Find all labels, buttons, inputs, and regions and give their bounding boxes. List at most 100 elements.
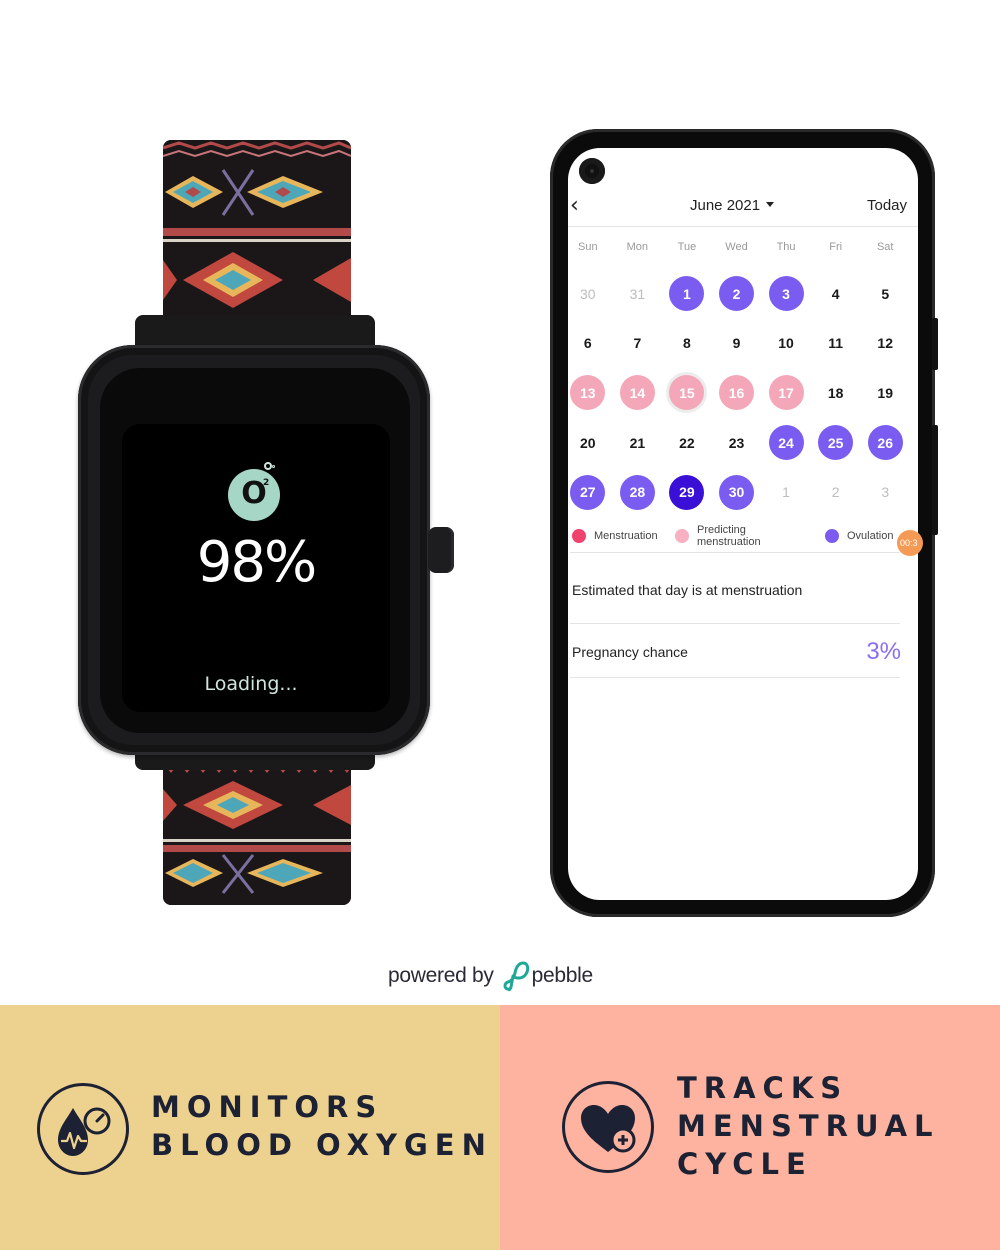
- calendar-day[interactable]: 12: [860, 319, 910, 369]
- divider: [570, 677, 900, 678]
- calendar-day[interactable]: 5: [860, 269, 910, 319]
- day-number: 14: [629, 384, 646, 401]
- estimate-text: Estimated that day is at menstruation: [572, 582, 803, 598]
- watch-strap-top: [163, 140, 351, 340]
- feature-line: CYCLE: [677, 1147, 813, 1181]
- powered-by-pebble: powered by pebble: [388, 959, 593, 993]
- menstruation-dot-icon: [572, 529, 586, 543]
- watch-strap-bottom: [163, 755, 351, 905]
- phone-power-button[interactable]: [932, 318, 938, 370]
- calendar-day[interactable]: 4: [811, 269, 861, 319]
- calendar-day[interactable]: 3: [761, 269, 811, 319]
- day-number: 20: [579, 434, 596, 451]
- day-number: 15: [679, 384, 695, 401]
- calendar-day[interactable]: 9: [712, 319, 762, 369]
- calendar-day[interactable]: 3: [860, 467, 910, 517]
- calendar-day[interactable]: 25: [811, 418, 861, 468]
- o2-subscript: 2: [263, 478, 270, 488]
- feature-line: MENSTRUAL: [677, 1109, 940, 1143]
- day-number: 7: [633, 335, 642, 352]
- blood-oxygen-drop-gauge-icon: [37, 1083, 129, 1175]
- day-number: 9: [732, 335, 741, 352]
- feature-line: TRACKS: [677, 1071, 849, 1105]
- calendar-day[interactable]: 13: [563, 368, 613, 418]
- calendar-day[interactable]: 31: [613, 269, 663, 319]
- day-number: 1: [683, 285, 691, 302]
- aztec-pattern: [163, 755, 351, 905]
- calendar-day[interactable]: 26: [860, 418, 910, 468]
- calendar-day[interactable]: 23: [712, 418, 762, 468]
- calendar-day[interactable]: 11: [811, 319, 861, 369]
- day-number: 24: [778, 434, 794, 451]
- spo2-value: 98%: [196, 530, 317, 595]
- pregnancy-chance-value: 3%: [866, 638, 901, 665]
- divider: [568, 226, 918, 227]
- calendar-day[interactable]: 7: [613, 319, 663, 369]
- heart-plus-icon: [562, 1081, 654, 1173]
- calendar-day[interactable]: 2: [811, 467, 861, 517]
- calendar-day[interactable]: 15: [662, 368, 712, 418]
- calendar-day[interactable]: 22: [662, 418, 712, 468]
- watch-status-text: Loading...: [204, 673, 298, 695]
- day-number: 17: [778, 384, 794, 401]
- timer-badge[interactable]: 00:3: [897, 530, 923, 556]
- month-selector[interactable]: June 2021: [690, 197, 775, 214]
- calendar-day[interactable]: 29: [662, 467, 712, 517]
- predicting-dot-icon: [675, 529, 689, 543]
- legend-label: Predicting menstruation: [697, 524, 761, 548]
- calendar-day[interactable]: 6: [563, 319, 613, 369]
- calendar-day[interactable]: 10: [761, 319, 811, 369]
- day-number: 6: [583, 335, 592, 352]
- calendar-day[interactable]: 24: [761, 418, 811, 468]
- o2-bubble-icon: O 2: [228, 469, 280, 521]
- legend-menstruation: Menstruation: [572, 524, 658, 548]
- feature-line: BLOOD OXYGEN: [151, 1128, 493, 1162]
- weekday-label: Wed: [725, 241, 748, 253]
- bubble-icon: [272, 465, 275, 468]
- calendar-day[interactable]: 17: [761, 368, 811, 418]
- weekday-label: Fri: [829, 241, 843, 253]
- feature-text-blood-oxygen: MONITORS BLOOD OXYGEN: [151, 1088, 493, 1164]
- chevron-left-icon[interactable]: ‹: [570, 193, 579, 218]
- calendar-day[interactable]: 14: [613, 368, 663, 418]
- day-number: 22: [679, 434, 695, 451]
- calendar-day[interactable]: 1: [761, 467, 811, 517]
- divider: [570, 623, 900, 624]
- calendar-day[interactable]: 30: [712, 467, 762, 517]
- caret-down-icon: [766, 202, 775, 207]
- day-number: 4: [831, 285, 840, 302]
- calendar-day[interactable]: 18: [811, 368, 861, 418]
- bubble-icon: [264, 462, 272, 470]
- calendar-day[interactable]: 1: [662, 269, 712, 319]
- o2-letter: O: [241, 476, 267, 511]
- day-number: 16: [728, 384, 745, 401]
- calendar-day[interactable]: 30: [563, 269, 613, 319]
- calendar-day[interactable]: 28: [613, 467, 663, 517]
- day-number: 30: [579, 285, 596, 302]
- feature-text-menstrual: TRACKS MENSTRUAL CYCLE: [677, 1069, 940, 1183]
- weekday-header: Sun Mon Tue Wed Thu Fri Sat: [563, 241, 910, 253]
- calendar-day[interactable]: 16: [712, 368, 762, 418]
- legend-label: Ovulation: [847, 530, 894, 542]
- pregnancy-chance-label: Pregnancy chance: [572, 644, 688, 660]
- weekday-label: Tue: [677, 241, 697, 253]
- divider: [570, 552, 900, 553]
- calendar-day[interactable]: 8: [662, 319, 712, 369]
- watch-crown-button[interactable]: [428, 527, 454, 573]
- month-label: June 2021: [690, 197, 761, 214]
- calendar-day[interactable]: 20: [563, 418, 613, 468]
- phone-volume-button[interactable]: [932, 425, 938, 535]
- day-number: 25: [827, 434, 844, 451]
- calendar-day[interactable]: 19: [860, 368, 910, 418]
- aztec-pattern: [163, 140, 351, 340]
- calendar-day[interactable]: 2: [712, 269, 762, 319]
- day-number: 5: [881, 285, 890, 302]
- brand-name: pebble: [531, 964, 594, 987]
- day-number: 23: [728, 434, 745, 451]
- legend-ovulation: Ovulation: [825, 524, 893, 548]
- day-number: 29: [679, 484, 695, 501]
- calendar-day[interactable]: 27: [563, 467, 613, 517]
- today-button[interactable]: Today: [867, 197, 907, 214]
- calendar-day[interactable]: 21: [613, 418, 663, 468]
- day-number: 10: [778, 335, 794, 352]
